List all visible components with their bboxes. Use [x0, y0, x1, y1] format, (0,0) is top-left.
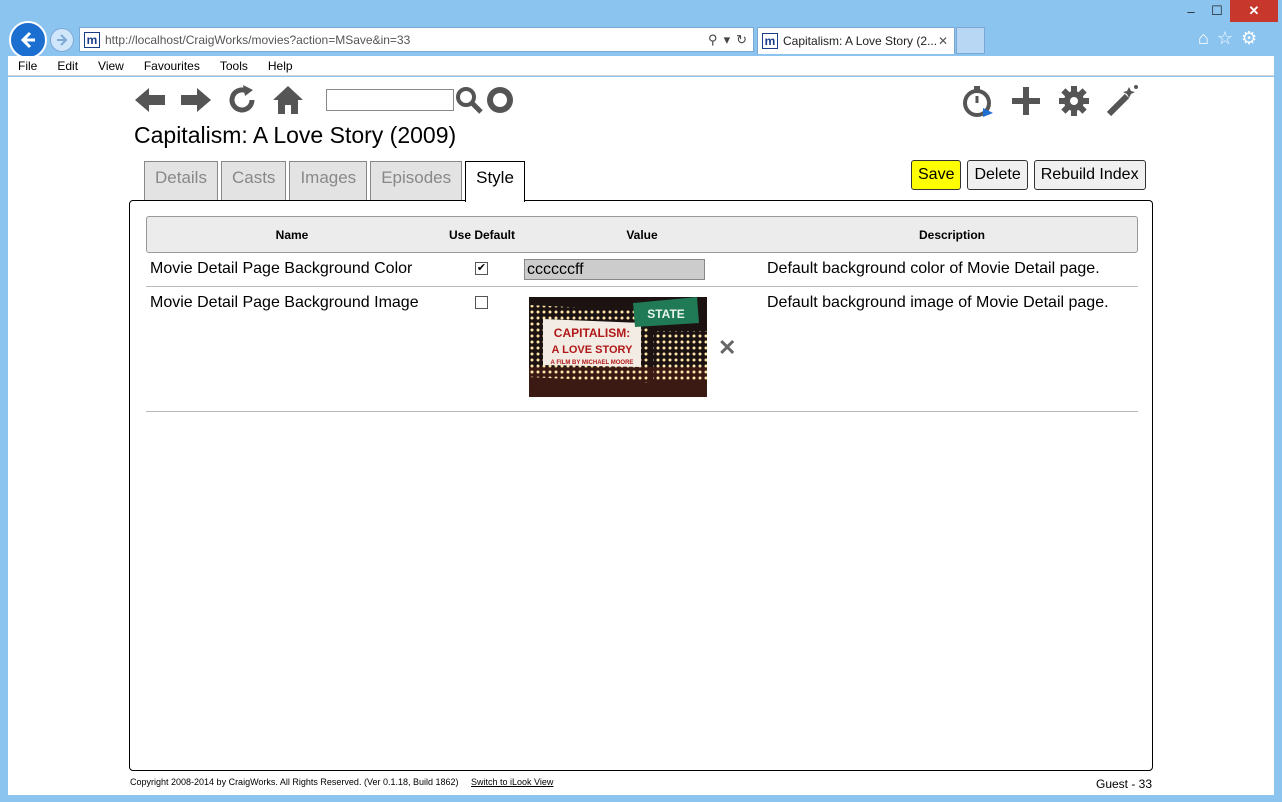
- header-use-default: Use Default: [448, 228, 516, 242]
- gear-icon[interactable]: [1054, 81, 1094, 121]
- menu-file[interactable]: File: [18, 59, 37, 73]
- address-url[interactable]: http://localhost/CraigWorks/movies?actio…: [105, 33, 708, 47]
- browser-chrome: m http://localhost/CraigWorks/movies?act…: [0, 0, 1282, 59]
- window-close-button[interactable]: ✕: [1230, 0, 1278, 22]
- home-icon[interactable]: ⌂: [1198, 28, 1209, 49]
- grid-header: Name Use Default Value Description: [146, 216, 1138, 253]
- svg-text:A LOVE STORY: A LOVE STORY: [552, 344, 634, 356]
- back-arrow-icon: [20, 31, 35, 49]
- action-buttons: Save Delete Rebuild Index: [911, 160, 1152, 190]
- header-name: Name: [275, 228, 309, 242]
- delete-button[interactable]: Delete: [967, 160, 1028, 190]
- menu-edit[interactable]: Edit: [57, 59, 78, 73]
- close-icon[interactable]: ✕: [938, 34, 948, 48]
- new-tab-button[interactable]: [956, 27, 985, 54]
- use-default-checkbox[interactable]: ✔: [475, 262, 488, 275]
- search-icon[interactable]: ⚲: [708, 32, 718, 48]
- tab-style[interactable]: Style: [465, 161, 525, 202]
- row-description: Default background color of Movie Detail…: [767, 260, 1100, 277]
- page-content: Capitalism: A Love Story (2009) Details …: [8, 77, 1274, 795]
- table-row: Movie Detail Page Background Color ✔ Def…: [146, 253, 1138, 287]
- home-icon[interactable]: [268, 83, 308, 117]
- header-value: Value: [626, 228, 658, 242]
- tab-details[interactable]: Details: [144, 161, 218, 201]
- copyright-text: Copyright 2008-2014 by CraigWorks. All R…: [130, 777, 459, 787]
- window-minimize-button[interactable]: –: [1178, 0, 1204, 22]
- forward-arrow-icon: [57, 34, 68, 46]
- tab-images[interactable]: Images: [289, 161, 368, 201]
- page-action-toolbar: [958, 81, 1150, 121]
- tab-title: Capitalism: A Love Story (2...: [783, 34, 938, 48]
- back-arrow-icon[interactable]: [130, 83, 170, 117]
- refresh-icon[interactable]: ↻: [736, 32, 747, 48]
- row-name: Movie Detail Page Background Color: [150, 260, 413, 277]
- svg-text:STATE: STATE: [647, 307, 685, 321]
- browser-tab-active[interactable]: m Capitalism: A Love Story (2... ✕: [757, 27, 955, 54]
- row-name: Movie Detail Page Background Image: [150, 294, 419, 311]
- marquee-image: CAPITALISM: A LOVE STORY A FILM BY MICHA…: [529, 297, 707, 397]
- settings-gear-icon[interactable]: ⚙: [1241, 28, 1257, 49]
- clear-search-icon[interactable]: [484, 83, 516, 117]
- menu-favourites[interactable]: Favourites: [144, 59, 200, 73]
- tab-favicon: m: [762, 33, 778, 49]
- dropdown-icon[interactable]: ▾: [724, 32, 731, 48]
- table-row: Movie Detail Page Background Image CAPIT…: [146, 287, 1138, 412]
- magic-wand-icon[interactable]: [1102, 81, 1142, 121]
- use-default-checkbox[interactable]: [475, 296, 488, 309]
- forward-arrow-icon[interactable]: [176, 83, 216, 117]
- color-value-input[interactable]: [524, 259, 705, 280]
- tab-episodes[interactable]: Episodes: [370, 161, 463, 201]
- content-tabs: Details Casts Images Episodes Style: [144, 161, 528, 202]
- window-maximize-button[interactable]: ☐: [1204, 0, 1230, 22]
- background-image-thumbnail[interactable]: CAPITALISM: A LOVE STORY A FILM BY MICHA…: [529, 297, 707, 397]
- address-bar[interactable]: m http://localhost/CraigWorks/movies?act…: [79, 27, 754, 52]
- svg-text:A FILM BY MICHAEL MOORE: A FILM BY MICHAEL MOORE: [551, 360, 634, 366]
- site-favicon: m: [84, 31, 100, 48]
- page-nav-toolbar: [130, 83, 522, 117]
- search-icon[interactable]: [454, 83, 484, 117]
- refresh-icon[interactable]: [222, 83, 262, 117]
- header-description: Description: [918, 228, 985, 242]
- menu-tools[interactable]: Tools: [220, 59, 248, 73]
- save-button[interactable]: Save: [911, 160, 962, 190]
- browser-back-button[interactable]: [9, 21, 47, 59]
- favorites-star-icon[interactable]: ☆: [1217, 28, 1233, 49]
- browser-forward-button[interactable]: [50, 28, 74, 52]
- svg-text:CAPITALISM:: CAPITALISM:: [554, 326, 630, 340]
- tab-casts[interactable]: Casts: [220, 161, 287, 201]
- search-input[interactable]: [326, 89, 454, 111]
- style-panel: Name Use Default Value Description Movie…: [129, 200, 1153, 771]
- rebuild-index-button[interactable]: Rebuild Index: [1033, 160, 1146, 190]
- page-footer: Copyright 2008-2014 by CraigWorks. All R…: [130, 777, 553, 787]
- timer-icon[interactable]: [958, 81, 998, 121]
- menu-view[interactable]: View: [98, 59, 124, 73]
- user-status: Guest - 33: [1096, 777, 1153, 791]
- menu-bar: File Edit View Favourites Tools Help: [8, 56, 1274, 76]
- switch-view-link[interactable]: Switch to iLook View: [471, 777, 553, 787]
- page-title: Capitalism: A Love Story (2009): [134, 122, 457, 148]
- add-icon[interactable]: [1006, 81, 1046, 121]
- row-description: Default background image of Movie Detail…: [767, 294, 1109, 311]
- remove-image-icon[interactable]: ✕: [718, 335, 736, 361]
- menu-help[interactable]: Help: [268, 59, 293, 73]
